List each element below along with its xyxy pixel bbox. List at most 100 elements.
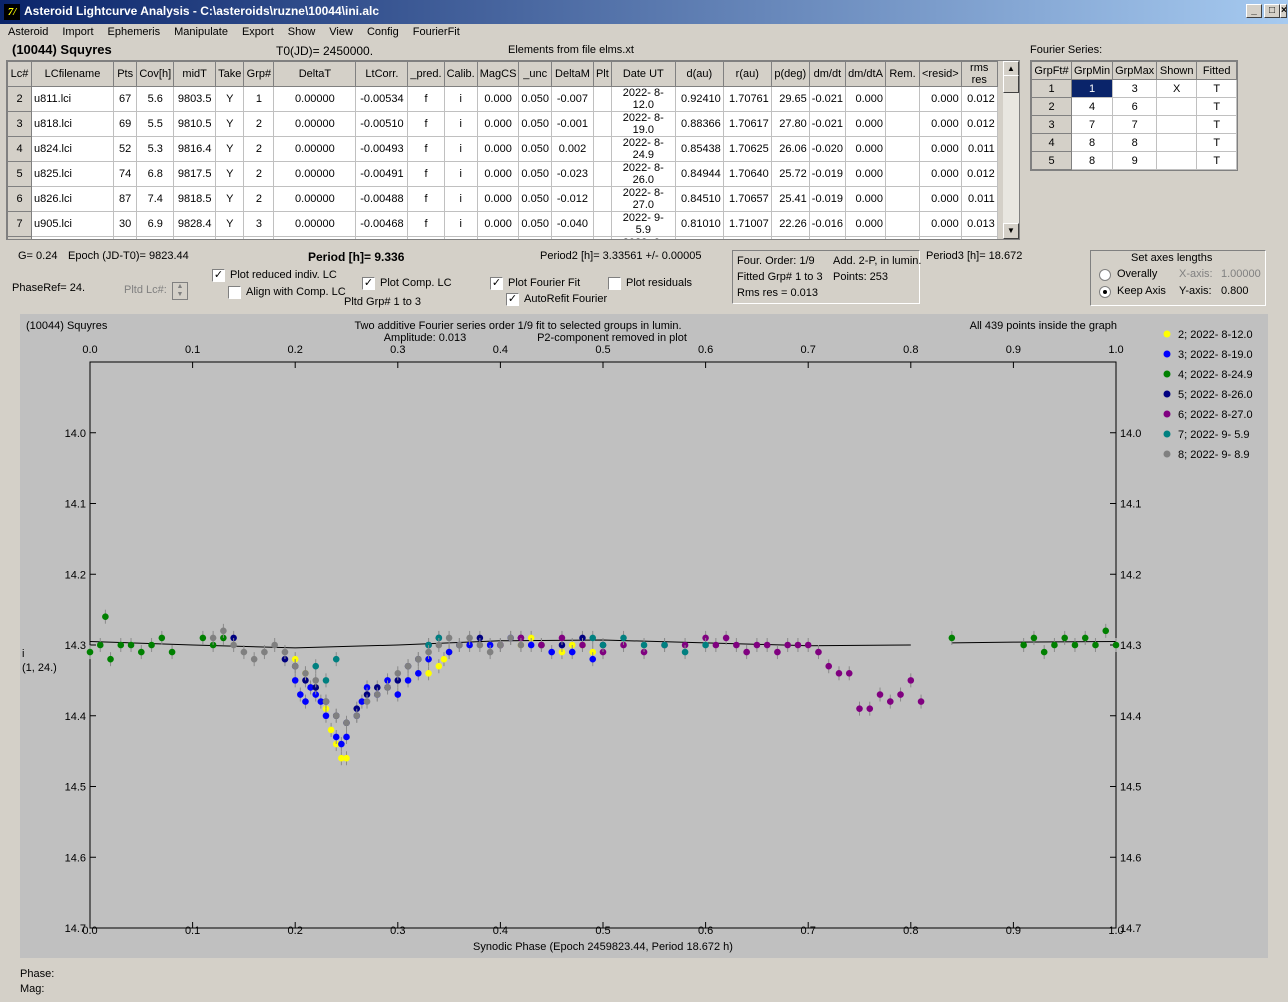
lc-col-header[interactable]: d(au) [674,61,724,87]
plot-fourier-checkbox[interactable]: ✓ [490,277,503,290]
menu-view[interactable]: View [321,24,359,38]
lc-cell[interactable]: 0.000 [845,236,886,239]
lc-cell[interactable]: 0.000 [476,161,520,187]
lc-cell[interactable]: 2022- 9- 5.9 [610,211,676,237]
ft-cell[interactable]: T [1196,97,1238,116]
lc-cell[interactable]: Y [215,211,245,237]
lc-cell[interactable]: 9803.5 [173,86,217,112]
lc-cell[interactable]: 67 [112,86,138,112]
lc-cell[interactable]: f [407,186,445,212]
lc-cell[interactable] [592,111,612,137]
lc-cell[interactable]: -0.021 [808,86,847,112]
plot-reduced-checkbox[interactable]: ✓ [212,269,225,282]
lc-cell[interactable]: 0.85438 [674,136,724,162]
lc-cell[interactable]: f [407,236,445,239]
lc-cell[interactable]: 60 [112,236,138,239]
lc-cell[interactable]: -0.023 [550,161,594,187]
lc-cell[interactable]: 3 [7,111,32,137]
ft-cell[interactable]: 1 [1031,79,1072,98]
lc-cell[interactable]: 9817.5 [173,161,217,187]
lc-cell[interactable]: -0.012 [550,186,594,212]
lc-col-header[interactable]: LCfilename [31,61,114,87]
lc-cell[interactable]: 0.012 [960,111,998,137]
table-row[interactable]: 2 u811.lci 67 5.6 9803.5 Y 1 0.00000 -0.00534 f i 0… [7,86,998,112]
lc-cell[interactable]: -0.00488 [355,186,409,212]
lc-cell[interactable]: 1.70761 [722,86,772,112]
lc-cell[interactable]: u824.lci [31,136,114,162]
lc-cell[interactable]: 5.3 [136,136,175,162]
table-row[interactable]: 488T [1031,133,1238,152]
lc-cell[interactable]: -0.00493 [355,136,409,162]
align-comp-checkbox[interactable] [228,286,241,299]
lc-col-header[interactable]: dm/dtA [845,61,886,87]
lc-cell[interactable]: 0.000 [476,111,520,137]
lc-cell[interactable]: 0.81010 [674,211,724,237]
autorefit-checkbox[interactable]: ✓ [506,293,519,306]
lc-cell[interactable]: 0.80251 [674,236,724,239]
scroll-thumb[interactable] [1003,75,1019,93]
menu-ephemeris[interactable]: Ephemeris [100,24,167,38]
lc-cell[interactable]: 0.000 [476,211,520,237]
lc-col-header[interactable]: midT [173,61,217,87]
minimize-button[interactable]: _ [1246,4,1262,18]
lc-cell[interactable]: Y [215,161,245,187]
ft-cell[interactable]: 4 [1070,97,1114,116]
lc-cell[interactable]: 0.016 [960,236,998,239]
keep-axis-radio[interactable] [1099,286,1111,298]
lc-cell[interactable]: 0.013 [960,211,998,237]
lc-cell[interactable]: -0.00464 [355,236,409,239]
lc-cell[interactable]: 0.000 [845,136,886,162]
overally-radio[interactable] [1099,269,1111,281]
lc-cell[interactable]: 0.000 [476,236,520,239]
lc-cell[interactable]: 4 [7,136,32,162]
lc-cell[interactable]: 0.011 [960,186,998,212]
lc-cell[interactable]: -0.040 [550,211,594,237]
plot-residuals-checkbox[interactable] [608,277,621,290]
lc-col-header[interactable]: <resid> [919,61,962,87]
lc-cell[interactable]: u826.lci [31,186,114,212]
lc-cell[interactable]: 1.70640 [722,161,772,187]
lc-cell[interactable]: 0.00000 [273,86,357,112]
table-row[interactable]: 6 u826.lci 87 7.4 9818.5 Y 2 0.00000 -0.00488 f i 0… [7,186,998,212]
ft-cell[interactable]: T [1196,79,1238,98]
lc-cell[interactable]: f [407,211,445,237]
lc-cell[interactable]: 0.000 [845,111,886,137]
ft-cell[interactable]: 8 [1112,133,1158,152]
lc-cell[interactable]: 0.050 [518,211,552,237]
lc-cell[interactable]: -0.009 [550,236,594,239]
lc-cell[interactable]: 0.050 [518,236,552,239]
ft-col-header[interactable]: Fitted [1196,61,1238,80]
lc-cell[interactable]: 0.050 [518,161,552,187]
lc-cell[interactable]: 2022- 8-24.9 [610,136,676,162]
lc-col-header[interactable]: Take [215,61,245,87]
ft-cell[interactable] [1156,133,1198,152]
lc-cell[interactable]: 1.71178 [722,236,772,239]
lc-cell[interactable]: 0.000 [919,161,962,187]
menu-config[interactable]: Config [359,24,405,38]
lc-cell[interactable]: 0.012 [960,86,998,112]
lc-cell[interactable]: 5.6 [136,86,175,112]
lc-cell[interactable] [592,236,612,239]
ft-col-header[interactable]: GrpMax [1112,61,1158,80]
lc-col-header[interactable]: rms res [960,61,998,87]
lc-cell[interactable]: 1.71007 [722,211,772,237]
lc-cell[interactable]: 0.050 [518,86,552,112]
lc-cell[interactable]: f [407,161,445,187]
lc-table-scrollbar[interactable]: ▲ ▼ [1003,61,1019,239]
table-row[interactable]: 589 T [1031,151,1238,170]
lc-cell[interactable]: 0.000 [919,136,962,162]
lc-cell[interactable]: 0.000 [845,186,886,212]
lc-cell[interactable]: 2 [243,161,275,187]
lc-cell[interactable]: Y [215,186,245,212]
menu-manipulate[interactable]: Manipulate [166,24,234,38]
lc-cell[interactable]: -0.00491 [355,161,409,187]
lc-cell[interactable]: 2 [243,136,275,162]
lc-cell[interactable]: 0.000 [476,136,520,162]
ft-cell[interactable]: X [1156,79,1198,98]
lc-cell[interactable]: 3 [243,211,275,237]
ft-col-header[interactable]: GrpFt# [1031,61,1072,80]
lc-cell[interactable]: 0.050 [518,186,552,212]
ft-cell[interactable]: 7 [1112,115,1158,134]
lc-cell[interactable] [885,136,920,162]
lc-cell[interactable]: 5 [7,161,32,187]
